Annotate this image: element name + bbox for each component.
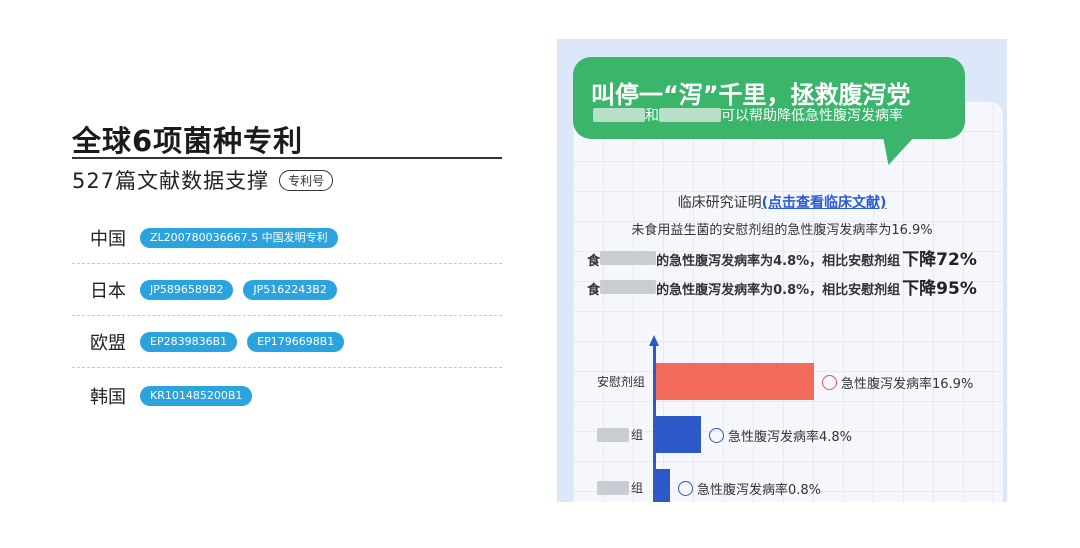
- chart-bar: [656, 416, 701, 453]
- result-highlight: 下降72%: [902, 250, 977, 270]
- country-label: 日本: [90, 280, 126, 302]
- clinical-proof-line: 临床研究证明(点击查看临床文献): [557, 192, 1007, 212]
- result-line-1: 食 的急性腹泻发病率为4.8%，相比安慰剂组 下降72%: [557, 245, 1007, 270]
- category-text: 组: [631, 481, 644, 495]
- country-label: 中国: [90, 228, 126, 250]
- bubble-sub-connector: 和: [645, 108, 659, 124]
- result-highlight: 下降95%: [902, 279, 977, 299]
- smile-face-icon: [678, 481, 693, 496]
- bubble-sub-text: 可以帮助降低急性腹泻发病率: [721, 108, 903, 124]
- result-text: 的急性腹泻发病率为0.8%，相比安慰剂组: [656, 283, 901, 298]
- country-row-china: 中国 ZL200780036667.5 中国发明专利: [72, 212, 502, 264]
- patent-tag: ZL200780036667.5 中国发明专利: [140, 227, 338, 248]
- result-line-2: 食 的急性腹泻发病率为0.8%，相比安慰剂组 下降95%: [557, 274, 1007, 299]
- clinical-panel: 叫停一“泻”千里，拯救腹泻党 和 可以帮助降低急性腹泻发病率 临床研究证明(点击…: [557, 39, 1007, 502]
- patent-tag: JP5162243B2: [243, 279, 337, 300]
- patent-tag: JP5896589B2: [140, 279, 234, 300]
- patent-title: 全球6项菌种专利: [72, 124, 304, 158]
- sad-face-icon: [822, 375, 837, 390]
- value-text: 急性腹泻发病率4.8%: [728, 430, 853, 445]
- chart-bar: [656, 363, 814, 400]
- chart-value-label: 急性腹泻发病率0.8%: [678, 479, 821, 498]
- country-row-japan: 日本 JP5896589B2 JP5162243B2: [72, 264, 502, 316]
- category-text: 安慰剂组: [597, 375, 646, 389]
- chart-value-label: 急性腹泻发病率4.8%: [709, 426, 852, 445]
- smile-face-icon: [709, 428, 724, 443]
- patent-number-badge: 专利号: [279, 169, 334, 191]
- blurred-product-name: [597, 427, 629, 442]
- bubble-subline: 和 可以帮助降低急性腹泻发病率: [593, 105, 903, 125]
- chart-category-label: 组: [597, 426, 643, 443]
- result-text: 的急性腹泻发病率为4.8%，相比安慰剂组: [656, 254, 901, 269]
- result-prefix: 食: [587, 254, 601, 269]
- placebo-line: 未食用益生菌的安慰剂组的急性腹泻发病率为16.9%: [631, 223, 933, 238]
- clinical-prefix: 临床研究证明: [677, 195, 762, 211]
- chart-bar: [656, 469, 670, 502]
- category-text: 组: [631, 428, 644, 442]
- chart-value-label: 急性腹泻发病率16.9%: [822, 373, 973, 392]
- subtitle-row: 527篇文献数据支撑 专利号: [72, 166, 334, 194]
- value-text: 急性腹泻发病率0.8%: [697, 483, 822, 498]
- blurred-product-name: [597, 480, 629, 495]
- title-divider: [72, 157, 502, 159]
- patent-tag: EP1796698B1: [247, 331, 345, 352]
- country-row-korea: 韩国 KR101485200B1: [72, 370, 502, 422]
- patent-tag: EP2839836B1: [140, 331, 238, 352]
- chart-category-label: 安慰剂组: [597, 373, 645, 390]
- patent-panel: 全球6项菌种专利 527篇文献数据支撑 专利号 中国 ZL20078003666…: [0, 0, 540, 548]
- value-text: 急性腹泻发病率16.9%: [841, 377, 974, 392]
- clinical-literature-link[interactable]: (点击查看临床文献): [762, 195, 887, 211]
- blurred-product-name: [600, 251, 657, 265]
- blurred-product-name: [593, 108, 645, 122]
- country-row-eu: 欧盟 EP2839836B1 EP1796698B1: [72, 316, 502, 368]
- patent-tag: KR101485200B1: [140, 386, 253, 406]
- country-label: 韩国: [90, 387, 126, 408]
- blurred-product-name: [600, 280, 657, 294]
- chart-category-label: 组: [597, 479, 643, 496]
- blurred-product-name: [659, 108, 721, 122]
- result-prefix: 食: [587, 283, 601, 298]
- country-label: 欧盟: [90, 332, 126, 354]
- literature-subtitle: 527篇文献数据支撑: [72, 169, 270, 193]
